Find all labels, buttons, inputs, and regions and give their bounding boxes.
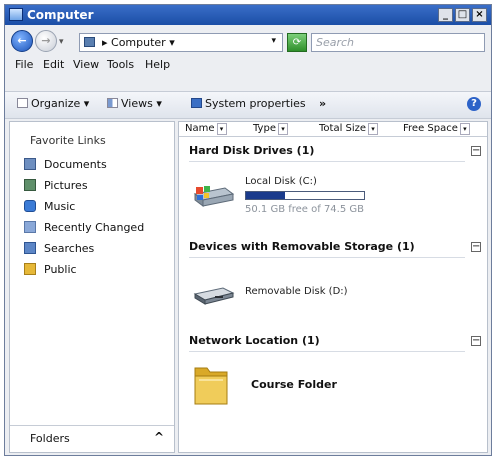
fav-item-label: Searches xyxy=(44,242,95,255)
fav-item-label: Public xyxy=(44,263,77,276)
address-text[interactable]: ▸ Computer ▾ xyxy=(102,36,175,49)
organize-button[interactable]: Organize ▾ xyxy=(17,97,89,110)
group-hard-disk-drives[interactable]: Hard Disk Drives (1) xyxy=(189,144,314,157)
column-label: Name xyxy=(185,123,215,134)
removable-disk-icon[interactable] xyxy=(191,282,235,306)
group-divider xyxy=(189,351,465,352)
group-network-location[interactable]: Network Location (1) xyxy=(189,334,320,347)
menu-tools[interactable]: Tools xyxy=(107,58,134,71)
window-title: Computer xyxy=(27,8,94,22)
fav-item-pictures[interactable]: Pictures xyxy=(24,179,88,192)
fav-item-recently-changed[interactable]: Recently Changed xyxy=(24,221,144,234)
explorer-window: Computer _ □ × ← → ▾ ▸ Computer ▾ ▾ ⟳ Se… xyxy=(4,4,492,456)
views-icon xyxy=(107,98,118,108)
menu-view[interactable]: View xyxy=(73,58,99,71)
back-button[interactable]: ← xyxy=(11,30,33,52)
menu-edit[interactable]: Edit xyxy=(43,58,64,71)
column-free-space[interactable]: Free Space ▾ xyxy=(403,123,470,135)
course-folder-label[interactable]: Course Folder xyxy=(251,378,337,391)
minimize-button[interactable]: _ xyxy=(438,8,453,22)
system-properties-icon xyxy=(191,98,202,108)
forward-button[interactable]: → xyxy=(35,30,57,52)
command-toolbar: Organize ▾ Views ▾ System properties » ? xyxy=(5,91,491,119)
disk-usage-bar xyxy=(245,191,365,200)
refresh-button[interactable]: ⟳ xyxy=(287,33,307,52)
chevron-up-icon[interactable]: ^ xyxy=(154,430,164,444)
fav-item-public[interactable]: Public xyxy=(24,263,77,276)
documents-icon xyxy=(24,158,36,170)
column-label: Total Size xyxy=(319,123,367,134)
fav-item-searches[interactable]: Searches xyxy=(24,242,94,255)
system-properties-button[interactable]: System properties xyxy=(191,97,306,110)
collapse-group-icon[interactable]: − xyxy=(471,146,481,156)
music-icon xyxy=(24,200,36,212)
organize-icon xyxy=(17,98,28,108)
column-type[interactable]: Type ▾ xyxy=(253,123,288,135)
maximize-button[interactable]: □ xyxy=(455,8,470,22)
menu-bar: File Edit View Tools Help xyxy=(5,57,491,73)
chevron-down-icon[interactable]: ▾ xyxy=(368,123,379,135)
drive-c-free-space: 50.1 GB free of 74.5 GB xyxy=(245,204,364,215)
group-divider xyxy=(189,161,465,162)
folder-icon[interactable] xyxy=(193,362,229,406)
column-label: Type xyxy=(253,123,276,134)
drive-d-label[interactable]: Removable Disk (D:) xyxy=(245,286,348,297)
chevron-down-icon[interactable]: ▾ xyxy=(277,123,288,135)
search-input[interactable]: Search xyxy=(311,33,485,52)
collapse-group-icon[interactable]: − xyxy=(471,242,481,252)
folders-label: Folders xyxy=(30,432,70,445)
column-label: Free Space xyxy=(403,123,458,134)
fav-item-label: Recently Changed xyxy=(44,221,145,234)
column-header: Name ▾ Type ▾ Total Size ▾ Free Space ▾ xyxy=(179,122,487,137)
column-total-size[interactable]: Total Size ▾ xyxy=(319,123,379,135)
title-bar[interactable]: Computer _ □ × xyxy=(5,5,491,25)
help-icon[interactable]: ? xyxy=(467,97,481,111)
views-button[interactable]: Views ▾ xyxy=(107,97,162,110)
computer-small-icon xyxy=(84,37,95,47)
favorite-links-heading: Favorite Links xyxy=(30,134,106,147)
pictures-icon xyxy=(24,179,36,191)
collapse-group-icon[interactable]: − xyxy=(471,336,481,346)
folders-toggle[interactable]: Folders ^ xyxy=(10,425,174,452)
fav-item-label: Documents xyxy=(44,158,107,171)
navigation-pane: Favorite Links Documents Pictures Music … xyxy=(9,121,175,453)
content-pane: Name ▾ Type ▾ Total Size ▾ Free Space ▾ Hard… xyxy=(178,121,488,453)
group-removable-storage[interactable]: Devices with Removable Storage (1) xyxy=(189,240,415,253)
views-label: Views ▾ xyxy=(121,97,162,110)
recent-icon xyxy=(24,221,36,233)
more-commands-button[interactable]: » xyxy=(319,97,326,110)
searches-icon xyxy=(24,242,36,254)
fav-item-label: Pictures xyxy=(44,179,88,192)
group-divider xyxy=(189,257,465,258)
navigation-bar: ← → ▾ ▸ Computer ▾ ▾ ⟳ Search xyxy=(5,25,491,55)
close-button[interactable]: × xyxy=(472,8,487,22)
address-bar[interactable]: ▸ Computer ▾ ▾ xyxy=(79,33,283,52)
fav-item-music[interactable]: Music xyxy=(24,200,75,213)
fav-item-documents[interactable]: Documents xyxy=(24,158,107,171)
menu-help[interactable]: Help xyxy=(145,58,170,71)
disk-usage-fill xyxy=(246,192,285,199)
chevron-down-icon[interactable]: ▾ xyxy=(216,123,227,135)
public-folder-icon xyxy=(24,263,36,275)
recent-pages-dropdown-icon[interactable]: ▾ xyxy=(59,37,64,47)
organize-label: Organize ▾ xyxy=(31,97,90,110)
system-properties-label: System properties xyxy=(205,97,306,110)
hard-disk-icon[interactable] xyxy=(191,184,235,208)
address-dropdown-icon[interactable]: ▾ xyxy=(271,36,276,46)
drive-c-label[interactable]: Local Disk (C:) xyxy=(245,176,317,187)
menu-file[interactable]: File xyxy=(15,58,33,71)
column-name[interactable]: Name ▾ xyxy=(185,123,227,135)
computer-icon xyxy=(9,8,23,21)
chevron-down-icon[interactable]: ▾ xyxy=(459,123,470,135)
fav-item-label: Music xyxy=(44,200,76,213)
